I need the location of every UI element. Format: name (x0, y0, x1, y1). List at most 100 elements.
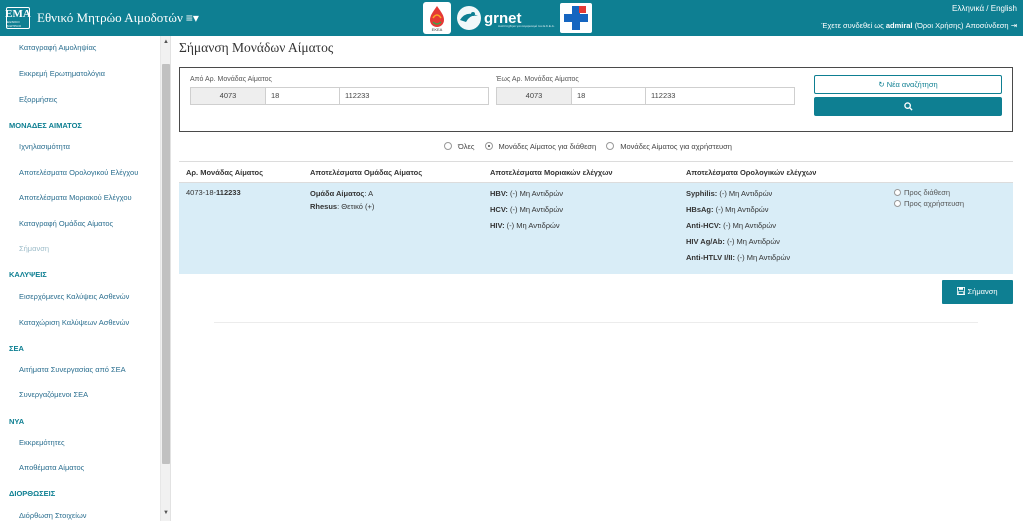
sidebar-section-nya: ΝΥΑ (9, 417, 25, 426)
grnet-logo-sub: Αναπτύχθηκε για λογαριασμό του Ε.Κ.Ε.Α. (498, 24, 555, 28)
ministry-cross-logo (560, 3, 592, 33)
mark-button[interactable]: Σήμανση (942, 280, 1013, 304)
sidebar-item-pending-questionnaires[interactable]: Εκκρεμή Ερωτηματολόγια (19, 69, 105, 78)
to-unit-label: Έως Αρ. Μονάδας Αίματος (496, 76, 579, 83)
serology-result-syphilis: Syphilis: (-) Μη Αντιδρών (686, 189, 772, 198)
option-unusable-label[interactable]: Προς αχρήστευση (904, 199, 964, 208)
table-header: Αρ. Μονάδας Αίματος Αποτελέσματα Ομάδας … (179, 161, 1013, 183)
ema-logo: ΕΜΑ ΕΘΝΙΚΟ ΜΗΤΡΩΟ (5, 7, 31, 29)
molecular-name: HBV: (490, 189, 508, 198)
scroll-up-icon[interactable]: ▲ (161, 38, 171, 47)
sidebar-item-data-correction[interactable]: Διόρθωση Στοιχείων (19, 511, 87, 520)
new-search-label: Νέα αναζήτηση (886, 80, 938, 89)
scroll-thumb[interactable] (162, 64, 170, 464)
option-available-radio[interactable] (894, 189, 901, 196)
sidebar-item-incoming-coverages[interactable]: Εισερχόμενες Καλύψεις Ασθενών (19, 292, 129, 301)
rhesus-value: : Θετικό (+) (337, 202, 375, 211)
brand[interactable]: ΕΜΑ ΕΘΝΙΚΟ ΜΗΤΡΩΟ Εθνικό Μητρώο Αιμοδοτώ… (5, 7, 199, 29)
grnet-swirl-icon (457, 6, 481, 30)
filter-available-radio[interactable] (484, 142, 493, 150)
terms-link[interactable]: (Όροι Χρήσης) (915, 21, 964, 30)
option-unusable-radio[interactable] (894, 200, 901, 207)
user-info: Έχετε συνδεθεί ως admiral (Όροι Χρήσης) … (821, 21, 1017, 30)
molecular-value: (-) Μη Αντιδρών (507, 205, 563, 214)
to-unit-prefix-field: 4073 (496, 87, 572, 105)
cross-icon (560, 3, 592, 33)
menu-toggle-icon[interactable]: ≡▾ (186, 11, 199, 25)
page-title: Σήμανση Μονάδων Αίματος (179, 40, 334, 55)
serology-value: (-) Μη Αντιδρών (717, 189, 773, 198)
sidebar-item-blood-group-record[interactable]: Καταγραφή Ομάδας Αίματος (19, 219, 113, 228)
sidebar-item-partner-sea[interactable]: Συνεργαζόμενοι ΣΕΑ (19, 390, 88, 399)
column-header-unit: Αρ. Μονάδας Αίματος (186, 168, 264, 177)
sidebar-scrollbar[interactable]: ▲ ▼ (160, 36, 170, 521)
from-unit-prefix-field: 4073 (190, 87, 266, 105)
filter-all-label[interactable]: Όλες (458, 142, 475, 151)
refresh-icon: ↻ (878, 80, 885, 89)
serology-name: Anti-HCV: (686, 221, 721, 230)
results-table: Αρ. Μονάδας Αίματος Αποτελέσματα Ομάδας … (179, 161, 1013, 274)
option-available[interactable]: Προς διάθεση (894, 188, 950, 197)
sidebar-item-campaigns[interactable]: Εξορμήσεις (19, 95, 57, 104)
lang-el-link[interactable]: Ελληνικά (952, 4, 984, 13)
ema-logo-text: ΕΜΑ (5, 7, 31, 20)
search-panel: Από Αρ. Μονάδας Αίματος 4073 18 112233 Έ… (179, 67, 1013, 132)
username: admiral (885, 21, 913, 30)
ema-logo-sub: ΕΘΝΙΚΟ ΜΗΤΡΩΟ (7, 19, 22, 28)
partner-logos: ΕΚΕΑ grnet (423, 2, 522, 34)
sidebar-item-coverage-entry[interactable]: Καταχώριση Καλύψεων Ασθενών (19, 318, 129, 327)
to-unit-middle-field[interactable]: 18 (571, 87, 646, 105)
from-unit-middle-field[interactable]: 18 (265, 87, 340, 105)
sidebar-item-blood-stock[interactable]: Αποθέματα Αίματος (19, 463, 84, 472)
filter-unusable-radio[interactable] (606, 142, 615, 150)
from-unit-number-field[interactable]: 112233 (339, 87, 489, 105)
serology-name: HBsAg: (686, 205, 714, 214)
sidebar-item-blood-draw[interactable]: Καταγραφή Αιμοληψίας (19, 43, 96, 52)
logged-in-prefix: Έχετε συνδεθεί ως (821, 21, 886, 30)
app-title[interactable]: Εθνικό Μητρώο Αιμοδοτών (37, 10, 183, 26)
sidebar-item-marking[interactable]: Σήμανση (19, 244, 49, 253)
search-button[interactable] (814, 97, 1002, 116)
ekea-logo: ΕΚΕΑ (423, 2, 451, 34)
unit-number-suffix: 112233 (216, 188, 241, 197)
sidebar-section-sea: ΣΕΑ (9, 344, 24, 353)
to-unit-number-field[interactable]: 112233 (645, 87, 795, 105)
mark-button-label: Σήμανση (967, 287, 998, 296)
molecular-name: HIV: (490, 221, 505, 230)
filter-available-label[interactable]: Μονάδες Αίματος για διάθεση (499, 142, 597, 151)
search-icon (903, 102, 913, 111)
filter-all-radio[interactable] (444, 142, 452, 150)
sidebar-section-blood-units: ΜΟΝΑΔΕΣ ΑΙΜΑΤΟΣ (9, 121, 82, 130)
scroll-down-icon[interactable]: ▼ (161, 509, 171, 518)
language-switch: Ελληνικά / English (952, 4, 1017, 13)
option-unusable[interactable]: Προς αχρήστευση (894, 199, 964, 208)
molecular-value: (-) Μη Αντιδρών (507, 189, 563, 198)
unit-filter: Όλες Μονάδες Αίματος για διάθεση Μονάδες… (444, 140, 742, 152)
column-header-molecular: Αποτελέσματα Μοριακών ελέγχων (490, 168, 613, 177)
column-header-blood-group: Αποτελέσματα Ομάδας Αίματος (310, 168, 423, 177)
sidebar-item-pending-items[interactable]: Εκκρεμότητες (19, 438, 65, 447)
sidebar: Καταγραφή Αιμοληψίας Εκκρεμή Ερωτηματολό… (0, 36, 171, 521)
logout-link[interactable]: Αποσύνδεση (966, 21, 1009, 30)
new-search-button[interactable]: ↻ Νέα αναζήτηση (814, 75, 1002, 94)
top-bar: ΕΜΑ ΕΘΝΙΚΟ ΜΗΤΡΩΟ Εθνικό Μητρώο Αιμοδοτώ… (0, 0, 1023, 36)
serology-value: (-) Μη Αντιδρών (721, 221, 777, 230)
drop-heart-icon: ΕΚΕΑ (430, 6, 444, 32)
lang-en-link[interactable]: English (991, 4, 1017, 13)
blood-group-label: Ομάδα Αίματος (310, 189, 365, 198)
lang-separator: / (984, 4, 991, 13)
blood-group-result: Ομάδα Αίματος: Α (310, 189, 373, 198)
serology-name: Syphilis: (686, 189, 718, 198)
logout-icon[interactable]: ⇥ (1011, 21, 1017, 30)
sidebar-item-sea-requests[interactable]: Αιτήματα Συνεργασίας από ΣΕΑ (19, 365, 126, 374)
sidebar-item-serology-results[interactable]: Αποτελέσματα Ορολογικού Ελέγχου (19, 168, 138, 177)
serology-value: (-) Μη Αντιδρών (713, 205, 769, 214)
sidebar-section-corrections: ΔΙΟΡΘΩΣΕΙΣ (9, 489, 56, 498)
blood-group-value: : Α (364, 189, 374, 198)
sidebar-item-molecular-results[interactable]: Αποτελέσματα Μοριακού Ελέγχου (19, 193, 132, 202)
serology-result-hiv-agab: HIV Ag/Ab: (-) Μη Αντιδρών (686, 237, 780, 246)
option-available-label[interactable]: Προς διάθεση (904, 188, 950, 197)
sidebar-item-traceability[interactable]: Ιχνηλασιμότητα (19, 142, 70, 151)
filter-unusable-label[interactable]: Μονάδες Αίματος για αχρήστευση (620, 142, 732, 151)
unit-number-cell: 4073-18-112233 (186, 188, 241, 197)
